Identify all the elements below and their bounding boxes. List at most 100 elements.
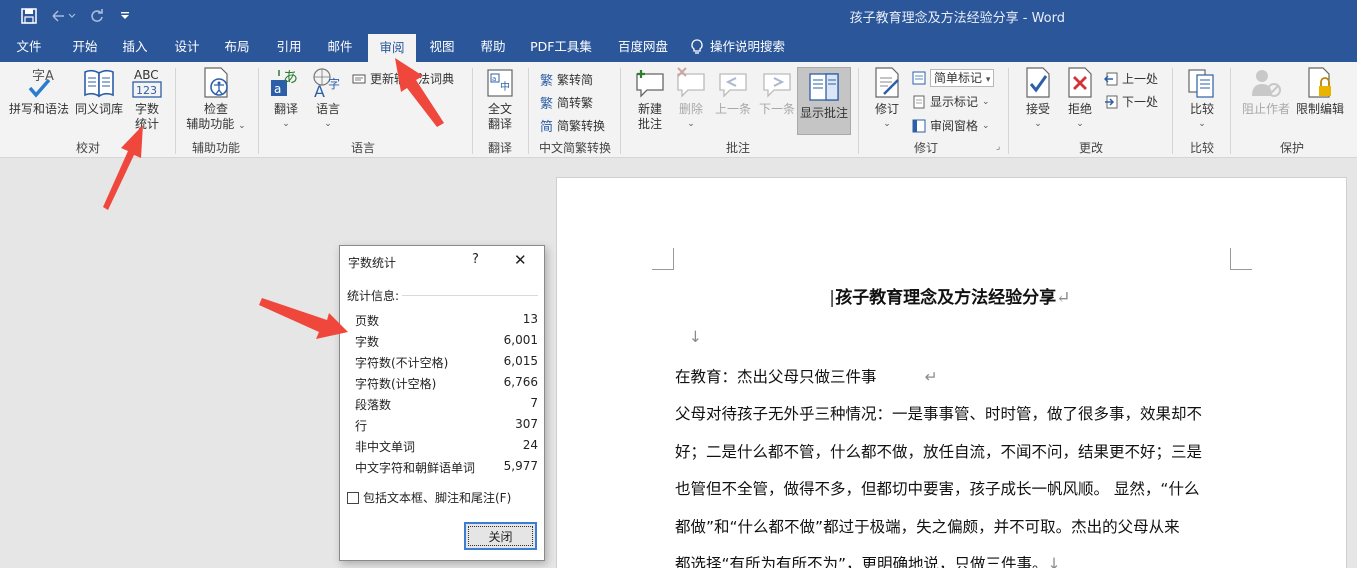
translate-document-button[interactable]: a中 全文 翻译 [480, 66, 520, 132]
delete-comment-button[interactable]: 删除 ⌄ [674, 66, 708, 132]
new-comment-button[interactable]: 新建 批注 [630, 66, 670, 132]
chevron-down-icon: ⌄ [982, 96, 990, 107]
restrict-editing-label: 限制编辑 [1295, 102, 1344, 116]
stat-label: 非中文单词 [355, 440, 416, 454]
show-markup-button[interactable]: 显示标记 ⌄ [912, 93, 990, 110]
tab-design[interactable]: 设计 [164, 32, 210, 62]
to-simplified-button[interactable]: 繁 繁转简 [540, 70, 593, 89]
tell-me-search[interactable]: 操作说明搜索 [690, 32, 798, 62]
to-traditional-label: 简转繁 [557, 96, 594, 110]
chevron-down-icon: ⌄ [282, 119, 290, 129]
track-changes-button[interactable]: 修订 ⌄ [868, 66, 906, 132]
save-icon[interactable] [18, 6, 40, 26]
restrict-editing-button[interactable]: 限制编辑 [1294, 66, 1346, 117]
accept-button[interactable]: 接受 ⌄ [1018, 66, 1058, 132]
tell-me-label: 操作说明搜索 [710, 39, 786, 54]
lightbulb-icon [691, 39, 703, 54]
stat-row: 字数 6,001 [355, 333, 538, 350]
tab-help[interactable]: 帮助 [470, 32, 516, 62]
stat-row: 页数 13 [355, 312, 538, 329]
tab-layout[interactable]: 布局 [214, 32, 260, 62]
simplified-glyph-icon: 繁 [540, 97, 554, 112]
dialog-title: 字数统计 [348, 256, 397, 270]
markup-display-value[interactable]: 简单标记 ▾ [930, 69, 995, 87]
to-simplified-label: 繁转简 [557, 73, 594, 87]
stat-row: 字符数(计空格) 6,766 [355, 375, 538, 392]
undo-icon[interactable] [48, 6, 78, 26]
svg-text:A: A [314, 82, 325, 100]
tab-mailings[interactable]: 邮件 [316, 32, 364, 62]
chevron-down-icon: ⌄ [324, 119, 332, 129]
redo-icon[interactable] [86, 6, 108, 26]
previous-change-button[interactable]: 上一处 [1104, 70, 1158, 87]
tab-pdf-tools[interactable]: PDF工具集 [524, 32, 598, 62]
compare-button[interactable]: 比较 ⌄ [1182, 66, 1222, 132]
include-textboxes-checkbox[interactable]: 包括文本框、脚注和尾注(F) [347, 489, 511, 506]
tab-insert[interactable]: 插入 [112, 32, 158, 62]
translate-button[interactable]: aあ 翻译 ⌄ [268, 66, 304, 132]
tracking-options-launcher-icon[interactable]: ⌟ [996, 142, 1000, 152]
document-canvas[interactable]: |孩子教育理念及方法经验分享↵ ↓ 在教育：杰出父母只做三件事 ↵ 父母对待孩子无… [0, 159, 1357, 568]
chevron-down-icon: ⌄ [1076, 119, 1084, 129]
stat-value: 307 [515, 417, 538, 431]
group-separator [1008, 68, 1009, 154]
group-label-proofing: 校对 [75, 141, 100, 155]
spelling-grammar-label: 拼写和语法 [8, 102, 69, 116]
stat-value: 6,766 [503, 375, 538, 389]
stat-value: 6,001 [503, 333, 538, 347]
customize-quick-access-icon[interactable] [114, 6, 136, 26]
check-accessibility-label-line1: 检查 [203, 102, 228, 116]
close-icon[interactable]: ✕ [514, 251, 527, 269]
word-count-button[interactable]: ABC 123 字数 统计 [128, 66, 166, 132]
to-traditional-button[interactable]: 繁 简转繁 [540, 93, 593, 112]
previous-comment-label: 上一条 [714, 102, 751, 116]
show-comments-button[interactable]: 显示批注 [797, 67, 851, 135]
previous-change-icon [1104, 72, 1118, 85]
chevron-down-icon: ⌄ [883, 119, 891, 129]
tab-references[interactable]: 引用 [266, 32, 312, 62]
tab-file[interactable]: 文件 [8, 32, 50, 62]
spelling-grammar-button[interactable]: 字A 拼写和语法 [8, 66, 70, 117]
svg-text:字: 字 [328, 76, 340, 91]
document-title: 孩子教育理念及方法经验分享 - Word [849, 11, 1065, 26]
accept-icon [1021, 66, 1055, 100]
block-authors-button[interactable]: 阻止作者 [1238, 66, 1294, 117]
stat-row: 中文字符和朝鲜语单词 5,977 [355, 459, 538, 476]
reject-button[interactable]: 拒绝 ⌄ [1060, 66, 1100, 132]
tab-view[interactable]: 视图 [420, 32, 464, 62]
svg-text:a: a [274, 82, 281, 96]
thesaurus-button[interactable]: 同义词库 [72, 66, 126, 117]
stat-value: 7 [530, 396, 538, 410]
delete-comment-label: 删除 [678, 102, 703, 116]
group-separator [1230, 68, 1231, 154]
translate-document-label-line2: 翻译 [487, 117, 512, 131]
close-button[interactable]: 关闭 [464, 522, 537, 550]
reviewing-pane-icon [912, 119, 926, 132]
document-page[interactable]: |孩子教育理念及方法经验分享↵ ↓ 在教育：杰出父母只做三件事 ↵ 父母对待孩子无… [556, 177, 1347, 568]
group-label-protect: 保护 [1279, 141, 1304, 155]
thesaurus-book-icon [82, 66, 116, 100]
tab-review[interactable]: 审阅 [368, 34, 416, 62]
update-ime-dictionary-button[interactable]: 更新输入法词典 [352, 70, 454, 87]
document-line: 都做”和“什么都不做”都过于极端，失之偏颇，并不可取。杰出的父母从来 [675, 518, 1180, 536]
previous-comment-button[interactable]: 上一条 [712, 66, 754, 117]
chinese-conversion-label: 简繁转换 [557, 119, 606, 133]
check-accessibility-label-line2: 辅助功能 ⌄ [186, 117, 246, 131]
tab-baidu-netdisk[interactable]: 百度网盘 [608, 32, 678, 62]
language-button[interactable]: A字 语言 ⌄ [310, 66, 346, 132]
chinese-conversion-button[interactable]: 简 简繁转换 [540, 116, 605, 135]
ribbon: 字A 拼写和语法 同义词库 ABC 123 字数 统计 校对 检查 辅助功能 ⌄ … [0, 62, 1357, 158]
markup-display-select[interactable]: 简单标记 ▾ [912, 69, 995, 87]
checkbox-box[interactable] [347, 491, 359, 504]
tab-home[interactable]: 开始 [60, 32, 110, 62]
reviewing-pane-button[interactable]: 审阅窗格 ⌄ [912, 117, 990, 134]
compare-label: 比较 [1189, 102, 1214, 116]
help-icon[interactable]: ? [472, 252, 479, 267]
block-authors-icon [1249, 66, 1283, 100]
next-comment-button[interactable]: 下一条 [756, 66, 798, 117]
check-accessibility-button[interactable]: 检查 辅助功能 ⌄ [182, 66, 250, 134]
track-changes-label: 修订 [874, 102, 899, 116]
section-divider [402, 295, 538, 296]
next-change-button[interactable]: 下一处 [1104, 93, 1158, 110]
document-line: 也管但不全管，做得不多，但都切中要害，孩子成长一帆风顺。 显然，“什么 [675, 480, 1200, 498]
